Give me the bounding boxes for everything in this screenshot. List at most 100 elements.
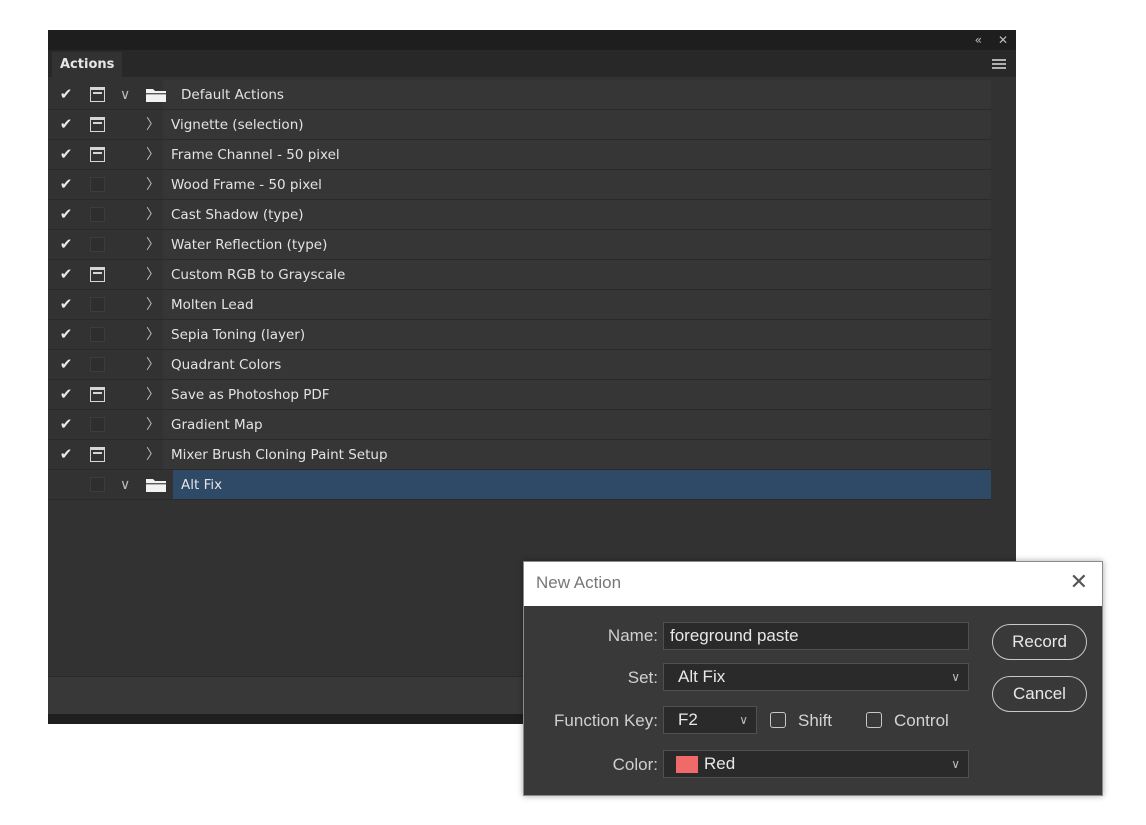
chevron-right-icon[interactable]: 〉	[146, 146, 160, 164]
record-button[interactable]: Record	[992, 624, 1087, 660]
action-label: Alt Fix	[181, 477, 223, 493]
collapse-icon[interactable]: «	[975, 32, 982, 48]
action-label: Frame Channel - 50 pixel	[171, 147, 340, 163]
action-row[interactable]: ✔ 〉 Sepia Toning (layer)	[48, 320, 991, 350]
toggle-check-icon[interactable]: ✔	[58, 264, 74, 284]
chevron-right-icon[interactable]: 〉	[146, 446, 160, 464]
toggle-check-icon[interactable]: ✔	[58, 84, 74, 104]
action-set-row[interactable]: ∨ Alt Fix	[48, 470, 991, 500]
action-label: Water Reflection (type)	[171, 237, 328, 253]
dialog-toggle-icon[interactable]	[90, 297, 105, 312]
toggle-check-icon[interactable]: ✔	[58, 114, 74, 134]
chevron-right-icon[interactable]: 〉	[146, 116, 160, 134]
dialog-title: New Action	[536, 573, 622, 592]
color-swatch	[676, 756, 698, 773]
chevron-right-icon[interactable]: 〉	[146, 236, 160, 254]
action-label: Quadrant Colors	[171, 357, 282, 373]
dialog-toggle-icon[interactable]	[90, 87, 105, 102]
dialog-toggle-icon[interactable]	[90, 357, 105, 372]
action-set-row[interactable]: ✔ ∨ Default Actions	[48, 80, 991, 110]
dialog-toggle-icon[interactable]	[90, 117, 105, 132]
control-label: Control	[894, 711, 949, 730]
chevron-down-icon: ∨	[951, 670, 960, 684]
dialog-toggle-icon[interactable]	[90, 417, 105, 432]
chevron-right-icon[interactable]: 〉	[146, 206, 160, 224]
toggle-check-icon[interactable]: ✔	[58, 174, 74, 194]
function-key-label: Function Key:	[554, 711, 658, 730]
chevron-right-icon[interactable]: 〉	[146, 296, 160, 314]
chevron-down-icon[interactable]: ∨	[120, 86, 130, 104]
action-row[interactable]: ✔ 〉 Frame Channel - 50 pixel	[48, 140, 991, 170]
close-icon[interactable]: ✕	[1070, 570, 1088, 596]
control-checkbox[interactable]	[866, 712, 882, 728]
action-row[interactable]: ✔ 〉 Molten Lead	[48, 290, 991, 320]
shift-label: Shift	[798, 711, 833, 730]
close-icon[interactable]: ✕	[998, 32, 1008, 48]
dialog-toggle-icon[interactable]	[90, 267, 105, 282]
toggle-check-icon[interactable]: ✔	[58, 414, 74, 434]
dialog-title-bar: New Action ✕	[524, 562, 1102, 606]
set-value: Alt Fix	[678, 667, 726, 686]
action-row[interactable]: ✔ 〉 Water Reflection (type)	[48, 230, 991, 260]
action-label: Save as Photoshop PDF	[171, 387, 330, 403]
action-row[interactable]: ✔ 〉 Custom RGB to Grayscale	[48, 260, 991, 290]
action-row[interactable]: ✔ 〉 Gradient Map	[48, 410, 991, 440]
dialog-toggle-icon[interactable]	[90, 447, 105, 462]
new-action-dialog: New Action ✕ Name: foreground paste Set:…	[523, 561, 1103, 796]
color-label: Color:	[612, 755, 658, 774]
name-input[interactable]: foreground paste	[663, 622, 969, 650]
action-row[interactable]: ✔ 〉 Quadrant Colors	[48, 350, 991, 380]
action-label: Molten Lead	[171, 297, 254, 313]
action-row[interactable]: ✔ 〉 Vignette (selection)	[48, 110, 991, 140]
tab-actions[interactable]: Actions	[52, 52, 123, 77]
folder-icon	[145, 477, 167, 493]
toggle-check-icon[interactable]: ✔	[58, 444, 74, 464]
action-row[interactable]: ✔ 〉 Mixer Brush Cloning Paint Setup	[48, 440, 991, 470]
toggle-check-icon[interactable]: ✔	[58, 384, 74, 404]
chevron-right-icon[interactable]: 〉	[146, 356, 160, 374]
chevron-right-icon[interactable]: 〉	[146, 266, 160, 284]
chevron-right-icon[interactable]: 〉	[146, 416, 160, 434]
actions-list: ✔ ∨ Default Actions ✔ 〉 Vignette (selection) ✔…	[48, 80, 991, 500]
action-row[interactable]: ✔ 〉 Save as Photoshop PDF	[48, 380, 991, 410]
dialog-toggle-icon[interactable]	[90, 387, 105, 402]
panel-menu-icon[interactable]	[992, 59, 1006, 69]
shift-checkbox[interactable]	[770, 712, 786, 728]
dialog-toggle-icon[interactable]	[90, 177, 105, 192]
chevron-right-icon[interactable]: 〉	[146, 326, 160, 344]
chevron-down-icon: ∨	[739, 713, 748, 727]
toggle-check-icon[interactable]: ✔	[58, 204, 74, 224]
action-row[interactable]: ✔ 〉 Wood Frame - 50 pixel	[48, 170, 991, 200]
action-row[interactable]: ✔ 〉 Cast Shadow (type)	[48, 200, 991, 230]
action-label: Custom RGB to Grayscale	[171, 267, 346, 283]
toggle-check-icon[interactable]: ✔	[58, 294, 74, 314]
function-key-value: F2	[678, 710, 698, 729]
chevron-down-icon: ∨	[951, 757, 960, 771]
set-dropdown[interactable]: Alt Fix ∨	[663, 663, 969, 691]
action-label: Sepia Toning (layer)	[171, 327, 306, 343]
panel-title-bar: « ✕	[48, 30, 1016, 50]
function-key-dropdown[interactable]: F2 ∨	[663, 706, 757, 734]
action-label: Cast Shadow (type)	[171, 207, 304, 223]
dialog-toggle-icon[interactable]	[90, 207, 105, 222]
color-value: Red	[704, 754, 736, 773]
panel-tab-strip: Actions	[48, 50, 1016, 77]
chevron-down-icon[interactable]: ∨	[120, 476, 130, 494]
action-label: Vignette (selection)	[171, 117, 304, 133]
dialog-toggle-icon[interactable]	[90, 477, 105, 492]
toggle-check-icon[interactable]: ✔	[58, 144, 74, 164]
folder-icon	[145, 87, 167, 103]
toggle-check-icon[interactable]: ✔	[58, 324, 74, 344]
action-label: Wood Frame - 50 pixel	[171, 177, 322, 193]
toggle-check-icon[interactable]: ✔	[58, 354, 74, 374]
cancel-button[interactable]: Cancel	[992, 676, 1087, 712]
chevron-right-icon[interactable]: 〉	[146, 176, 160, 194]
toggle-check-icon[interactable]: ✔	[58, 234, 74, 254]
chevron-right-icon[interactable]: 〉	[146, 386, 160, 404]
toggle-check-icon[interactable]	[58, 474, 74, 494]
color-dropdown[interactable]: Red ∨	[663, 750, 969, 778]
dialog-toggle-icon[interactable]	[90, 327, 105, 342]
dialog-toggle-icon[interactable]	[90, 147, 105, 162]
action-label: Default Actions	[181, 87, 284, 103]
dialog-toggle-icon[interactable]	[90, 237, 105, 252]
